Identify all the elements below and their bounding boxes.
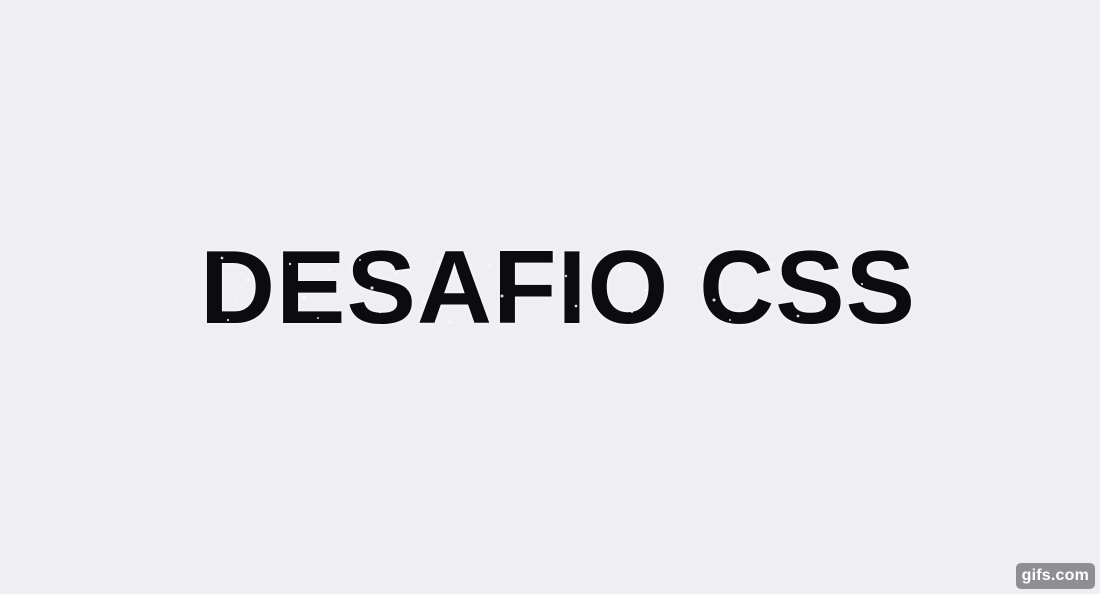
canvas: DESAFIO CSS bbox=[0, 0, 1100, 594]
gifs-watermark: gifs.com bbox=[1015, 563, 1095, 589]
headline-title: DESAFIO CSS bbox=[200, 230, 916, 346]
